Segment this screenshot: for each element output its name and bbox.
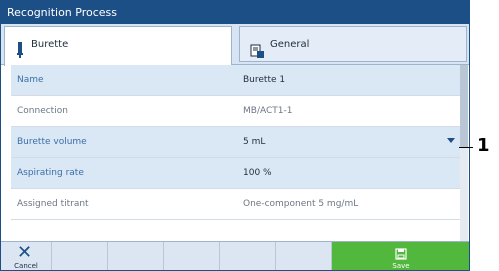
bottom-toolbar: ✕ Cancel Save	[1, 241, 469, 270]
row-value: MB/ACT1-1	[243, 106, 293, 116]
row-value: One-component 5 mg/mL	[243, 199, 359, 209]
row-burette-volume[interactable]: Burette volume 5 mL	[11, 127, 460, 158]
row-value: 5 mL	[243, 137, 266, 147]
callout-line	[459, 147, 473, 148]
callout-number: 1	[477, 135, 490, 156]
toolbar-slot-empty	[108, 242, 164, 270]
tab-burette[interactable]: Burette	[4, 26, 232, 66]
tab-general[interactable]: General	[239, 26, 467, 62]
row-label: Name	[17, 75, 44, 85]
chevron-down-icon[interactable]	[447, 138, 455, 143]
row-value: Burette 1	[243, 75, 286, 85]
tab-bar: Burette General	[1, 24, 469, 66]
toolbar-slot-empty	[52, 242, 108, 270]
scrollbar-thumb[interactable]	[460, 65, 468, 147]
cancel-label: Cancel	[14, 262, 38, 270]
row-connection: Connection MB/ACT1-1	[11, 96, 460, 127]
row-label: Assigned titrant	[17, 199, 89, 209]
window-title: Recognition Process	[1, 1, 469, 24]
parameter-list: Name Burette 1 Connection MB/ACT1-1 Bure…	[11, 65, 460, 220]
row-value: 100 %	[243, 168, 272, 178]
save-label: Save	[392, 262, 410, 270]
row-aspirating-rate[interactable]: Aspirating rate 100 %	[11, 158, 460, 189]
close-icon: ✕	[17, 242, 33, 263]
row-label: Connection	[17, 106, 68, 116]
row-assigned-titrant: Assigned titrant One-component 5 mg/mL	[11, 189, 460, 220]
row-label: Burette volume	[17, 137, 87, 147]
tab-burette-label: Burette	[31, 39, 69, 50]
toolbar-slot-empty	[220, 242, 276, 270]
row-label: Aspirating rate	[17, 168, 84, 178]
toolbar-slot-empty	[164, 242, 220, 270]
recognition-process-dialog: Recognition Process Burette General Name…	[0, 0, 470, 271]
toolbar-slot-empty	[276, 242, 332, 270]
row-name[interactable]: Name Burette 1	[11, 65, 460, 96]
tab-general-label: General	[270, 39, 310, 50]
save-button[interactable]: Save	[332, 242, 469, 270]
cancel-button[interactable]: ✕ Cancel	[1, 242, 52, 270]
